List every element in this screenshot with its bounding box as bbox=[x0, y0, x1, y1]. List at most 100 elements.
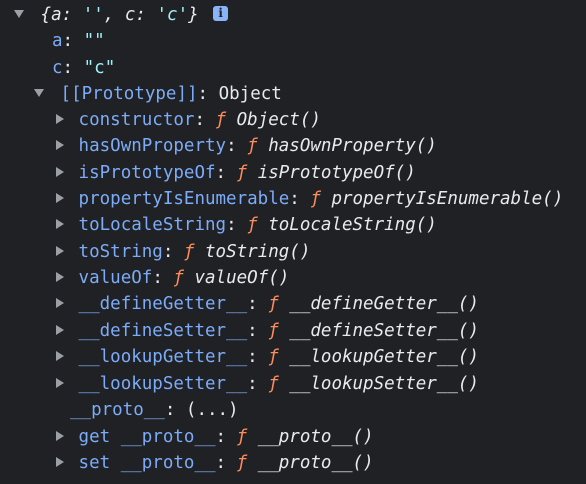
expand-triangle-icon[interactable] bbox=[56, 246, 64, 256]
property-sep: : bbox=[62, 31, 84, 51]
proto-accessor-row[interactable]: __proto__: (...) bbox=[70, 397, 239, 423]
member-sep: : bbox=[247, 294, 269, 314]
member-key: __lookupGetter__ bbox=[78, 347, 248, 367]
preview-sep-a: : bbox=[61, 5, 83, 25]
prototype-label: [[Prototype]] bbox=[60, 84, 198, 104]
setter-key: __proto__ bbox=[120, 453, 216, 473]
function-signature: propertyIsEnumerable() bbox=[331, 189, 564, 209]
preview-key-a: a bbox=[51, 5, 62, 25]
proto-member-row[interactable]: __defineGetter__: ƒ __defineGetter__() bbox=[56, 291, 479, 317]
function-signature: __proto__() bbox=[257, 427, 374, 447]
function-signature: __defineSetter__() bbox=[289, 321, 479, 341]
function-signature: isPrototypeOf() bbox=[257, 163, 416, 183]
collapse-triangle-icon[interactable] bbox=[34, 89, 44, 97]
member-sep: : bbox=[194, 110, 216, 130]
getter-row[interactable]: get __proto__: ƒ __proto__() bbox=[56, 424, 374, 450]
member-sep: : bbox=[289, 189, 311, 209]
function-signature: __lookupSetter__() bbox=[289, 374, 479, 394]
proto-member-row[interactable]: __defineSetter__: ƒ __defineSetter__() bbox=[56, 318, 479, 344]
property-key: a bbox=[52, 31, 63, 51]
function-f-icon: ƒ bbox=[310, 189, 321, 209]
preview-open-brace: { bbox=[40, 5, 52, 25]
proto-member-row[interactable]: toLocaleString: ƒ toLocaleString() bbox=[56, 212, 437, 238]
member-sep: : bbox=[152, 268, 174, 288]
function-f-icon: ƒ bbox=[236, 453, 248, 473]
property-row-a[interactable]: a: "" bbox=[52, 28, 105, 54]
collapse-triangle-icon[interactable] bbox=[14, 10, 24, 18]
member-key: toLocaleString bbox=[78, 215, 227, 235]
prototype-row[interactable]: [[Prototype]]: Object bbox=[34, 81, 282, 107]
accessor-key: __proto__ bbox=[70, 400, 165, 420]
expand-triangle-icon[interactable] bbox=[56, 457, 64, 467]
expand-triangle-icon[interactable] bbox=[56, 219, 64, 229]
getter-key: __proto__ bbox=[120, 427, 216, 447]
expand-triangle-icon[interactable] bbox=[56, 351, 64, 361]
proto-member-row[interactable]: isPrototypeOf: ƒ isPrototypeOf() bbox=[56, 160, 416, 186]
function-signature: hasOwnProperty() bbox=[268, 136, 437, 156]
preview-sep-c: : bbox=[135, 5, 157, 25]
preview-key-c: c bbox=[124, 5, 136, 25]
expand-triangle-icon[interactable] bbox=[56, 325, 64, 335]
member-key: __lookupSetter__ bbox=[78, 374, 248, 394]
property-value: "c" bbox=[83, 58, 116, 78]
function-f-icon: ƒ bbox=[236, 163, 248, 183]
member-sep: : bbox=[247, 347, 269, 367]
member-sep: : bbox=[162, 242, 184, 262]
function-signature: __lookupGetter__() bbox=[289, 347, 479, 367]
expand-triangle-icon[interactable] bbox=[56, 140, 64, 150]
accessor-sep: : bbox=[164, 400, 186, 420]
function-signature: __defineGetter__() bbox=[289, 294, 479, 314]
function-f-icon: ƒ bbox=[247, 136, 258, 156]
object-root-row[interactable]: {a: '', c: 'c'} i bbox=[14, 2, 229, 28]
proto-member-row[interactable]: toString: ƒ toString() bbox=[56, 239, 310, 265]
info-icon[interactable]: i bbox=[213, 5, 229, 21]
getter-sep: : bbox=[215, 427, 237, 447]
member-key: isPrototypeOf bbox=[78, 163, 216, 183]
proto-member-row[interactable]: __lookupGetter__: ƒ __lookupGetter__() bbox=[56, 344, 479, 370]
property-row-c[interactable]: c: "c" bbox=[52, 55, 115, 81]
function-signature: __proto__() bbox=[257, 453, 374, 473]
expand-triangle-icon[interactable] bbox=[56, 298, 64, 308]
proto-member-row[interactable]: hasOwnProperty: ƒ hasOwnProperty() bbox=[56, 133, 437, 159]
function-signature: toString() bbox=[205, 242, 311, 262]
setter-sep: : bbox=[215, 453, 237, 473]
function-f-icon: ƒ bbox=[215, 110, 227, 130]
expand-triangle-icon[interactable] bbox=[56, 272, 64, 282]
member-key: valueOf bbox=[78, 268, 153, 288]
proto-member-row[interactable]: constructor: ƒ Object() bbox=[56, 107, 321, 133]
accessor-value-invoke[interactable]: (...) bbox=[186, 400, 239, 420]
member-sep: : bbox=[215, 163, 237, 183]
member-sep: : bbox=[247, 374, 269, 394]
function-f-icon: ƒ bbox=[183, 242, 195, 262]
function-f-icon: ƒ bbox=[268, 294, 279, 314]
function-f-icon: ƒ bbox=[236, 427, 248, 447]
member-key: __defineSetter__ bbox=[78, 321, 248, 341]
member-key: constructor bbox=[78, 110, 195, 130]
expand-triangle-icon[interactable] bbox=[56, 431, 64, 441]
function-signature: toLocaleString() bbox=[268, 215, 437, 235]
expand-triangle-icon[interactable] bbox=[56, 167, 64, 177]
expand-triangle-icon[interactable] bbox=[56, 378, 64, 388]
preview-value-a: '' bbox=[82, 5, 104, 25]
proto-member-row[interactable]: propertyIsEnumerable: ƒ propertyIsEnumer… bbox=[56, 186, 563, 212]
expand-triangle-icon[interactable] bbox=[56, 114, 64, 124]
prototype-sep: : bbox=[197, 84, 219, 104]
prototype-value: Object bbox=[218, 84, 282, 104]
member-sep: : bbox=[226, 136, 248, 156]
expand-triangle-icon[interactable] bbox=[56, 193, 64, 203]
setter-prefix: set bbox=[78, 453, 111, 473]
preview-value-c: 'c' bbox=[156, 5, 189, 25]
proto-member-row[interactable]: valueOf: ƒ valueOf() bbox=[56, 265, 289, 291]
function-signature: Object() bbox=[236, 110, 321, 130]
proto-member-row[interactable]: __lookupSetter__: ƒ __lookupSetter__() bbox=[56, 371, 479, 397]
setter-row[interactable]: set __proto__: ƒ __proto__() bbox=[56, 450, 374, 476]
function-f-icon: ƒ bbox=[268, 321, 279, 341]
member-key: __defineGetter__ bbox=[78, 294, 248, 314]
function-f-icon: ƒ bbox=[268, 374, 279, 394]
member-sep: : bbox=[226, 215, 248, 235]
property-value: "" bbox=[83, 31, 105, 51]
function-f-icon: ƒ bbox=[268, 347, 279, 367]
member-sep: : bbox=[247, 321, 269, 341]
function-signature: valueOf() bbox=[194, 268, 290, 288]
function-f-icon: ƒ bbox=[173, 268, 184, 288]
